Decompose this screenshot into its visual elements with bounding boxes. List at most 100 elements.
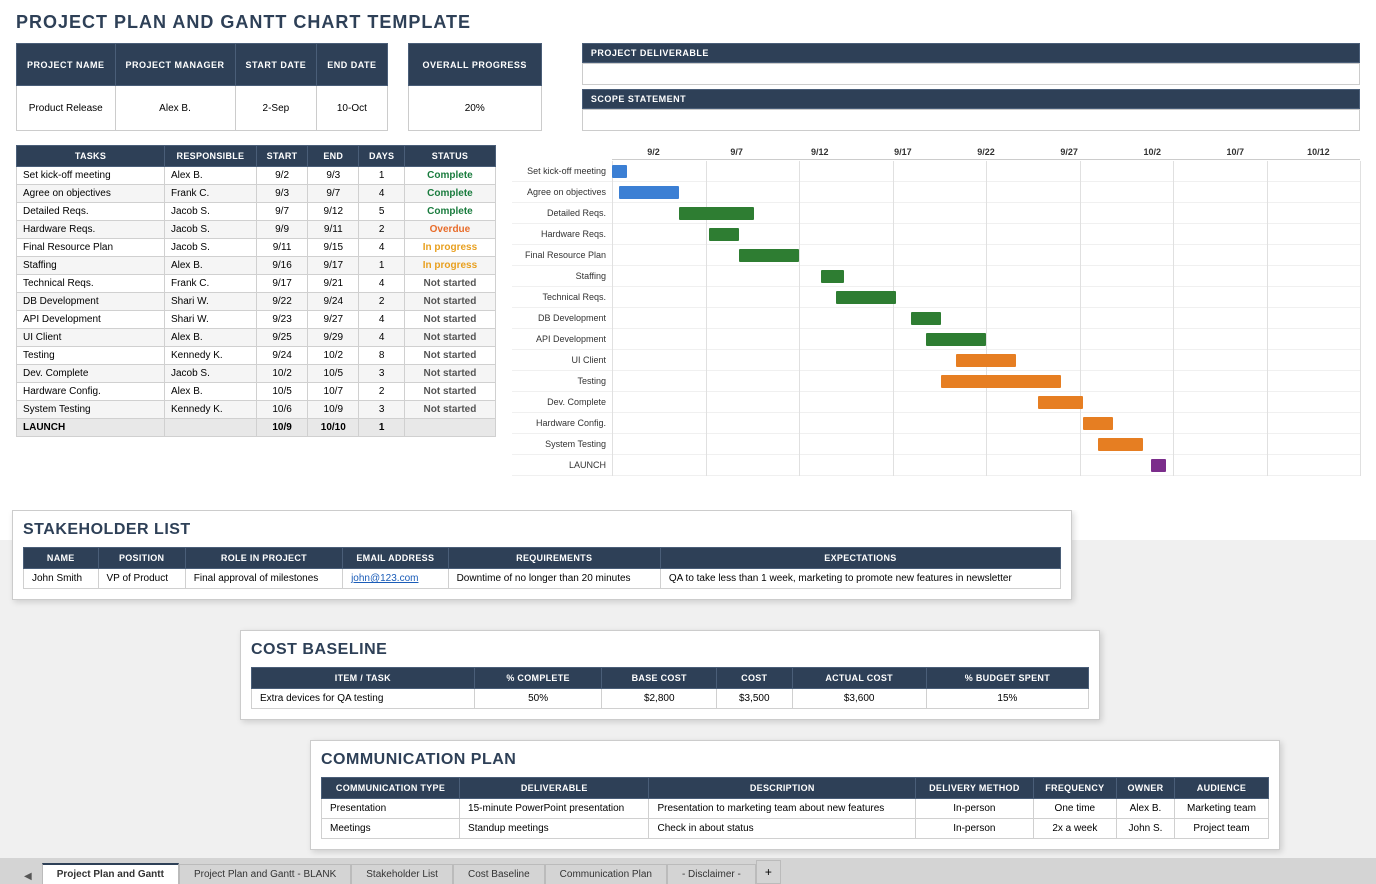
tasks-table: TASKS RESPONSIBLE START END DAYS STATUS …: [16, 145, 496, 437]
comm-deliverable: 15-minute PowerPoint presentation: [460, 799, 649, 819]
task-row: Technical Reqs. Frank C. 9/17 9/21 4 Not…: [17, 275, 496, 293]
task-days: 4: [359, 239, 405, 257]
task-days: 5: [359, 203, 405, 221]
task-end: 9/29: [308, 329, 359, 347]
gantt-gridline: [893, 434, 894, 455]
gantt-gridline: [706, 413, 707, 434]
task-days: 1: [359, 257, 405, 275]
task-days: 1: [359, 419, 405, 437]
tab-project-plan-and-gantt[interactable]: Project Plan and Gantt: [42, 863, 179, 884]
task-name: Detailed Reqs.: [17, 203, 165, 221]
stakeholder-title: STAKEHOLDER LIST: [23, 521, 1061, 539]
comm-description: Presentation to marketing team about new…: [649, 799, 916, 819]
gantt-gridline: [612, 371, 613, 392]
task-row: Set kick-off meeting Alex B. 9/2 9/3 1 C…: [17, 167, 496, 185]
gantt-bar: [1038, 396, 1083, 409]
overall-progress-header: OVERALL PROGRESS: [408, 44, 541, 86]
tab-prev-arrow[interactable]: ◀: [20, 869, 36, 884]
gantt-timeline: [612, 308, 1360, 329]
tasks-header-task: TASKS: [17, 146, 165, 167]
gantt-gridline: [706, 161, 707, 182]
task-days: 4: [359, 275, 405, 293]
project-deliverable-header: PROJECT DELIVERABLE: [582, 43, 1360, 63]
gantt-bar: [1151, 459, 1166, 472]
task-responsible: Jacob S.: [164, 203, 256, 221]
gantt-gridline: [799, 287, 800, 308]
gantt-row: API Development: [512, 329, 1360, 350]
gantt-gridline: [1080, 455, 1081, 476]
task-row: Testing Kennedy K. 9/24 10/2 8 Not start…: [17, 347, 496, 365]
gantt-row: Dev. Complete: [512, 392, 1360, 413]
task-end: 9/17: [308, 257, 359, 275]
gantt-gridline: [1173, 392, 1174, 413]
task-end: 10/9: [308, 401, 359, 419]
comm-header: AUDIENCE: [1174, 778, 1268, 799]
task-name: Technical Reqs.: [17, 275, 165, 293]
task-responsible: Kennedy K.: [164, 347, 256, 365]
gantt-gridline: [893, 182, 894, 203]
task-row: Agree on objectives Frank C. 9/3 9/7 4 C…: [17, 185, 496, 203]
task-start: 9/11: [256, 239, 307, 257]
task-start: 10/6: [256, 401, 307, 419]
tab-stakeholder-list[interactable]: Stakeholder List: [351, 864, 453, 884]
gantt-timeline: [612, 371, 1360, 392]
cost-header: % COMPLETE: [474, 668, 602, 689]
stakeholder-header: NAME: [24, 548, 99, 569]
task-responsible: Jacob S.: [164, 365, 256, 383]
task-days: 2: [359, 383, 405, 401]
gantt-bar: [836, 291, 896, 304]
gantt-bar: [941, 375, 1061, 388]
task-status: [404, 419, 495, 437]
tab-communication-plan[interactable]: Communication Plan: [545, 864, 667, 884]
gantt-row: Agree on objectives: [512, 182, 1360, 203]
gantt-bar: [709, 228, 739, 241]
gantt-row-label: Dev. Complete: [512, 397, 612, 407]
gantt-gridline: [1173, 203, 1174, 224]
comm-audience: Marketing team: [1174, 799, 1268, 819]
task-status: Not started: [404, 311, 495, 329]
cost-header: ACTUAL COST: [792, 668, 926, 689]
gantt-gridline: [1360, 371, 1361, 392]
gantt-row-label: Staffing: [512, 271, 612, 281]
page-title: PROJECT PLAN AND GANTT CHART TEMPLATE: [16, 12, 1360, 33]
gantt-gridline: [1360, 434, 1361, 455]
gantt-row: Technical Reqs.: [512, 287, 1360, 308]
gantt-gridline: [893, 413, 894, 434]
gantt-gridline: [799, 161, 800, 182]
gantt-row: Detailed Reqs.: [512, 203, 1360, 224]
gantt-gridline: [612, 329, 613, 350]
tab---disclaimer--[interactable]: - Disclaimer -: [667, 864, 756, 884]
comm-owner: John S.: [1117, 819, 1175, 839]
gantt-gridline: [799, 266, 800, 287]
tab-cost-baseline[interactable]: Cost Baseline: [453, 864, 545, 884]
tab-project-plan-and-gantt---blank[interactable]: Project Plan and Gantt - BLANK: [179, 864, 351, 884]
gantt-gridline: [893, 308, 894, 329]
gantt-row-label: API Development: [512, 334, 612, 344]
task-row: LAUNCH 10/9 10/10 1: [17, 419, 496, 437]
comm-header: DESCRIPTION: [649, 778, 916, 799]
gantt-gridline: [1173, 455, 1174, 476]
gantt-gridline: [1360, 224, 1361, 245]
gantt-gridline: [799, 392, 800, 413]
task-responsible: Jacob S.: [164, 239, 256, 257]
gantt-gridline: [893, 266, 894, 287]
deliverable-section: PROJECT DELIVERABLE SCOPE STATEMENT: [582, 43, 1360, 131]
gantt-gridline: [799, 224, 800, 245]
stakeholder-header: REQUIREMENTS: [448, 548, 660, 569]
task-name: DB Development: [17, 293, 165, 311]
gantt-bar: [821, 270, 843, 283]
gantt-gridline: [893, 224, 894, 245]
main-container: PROJECT PLAN AND GANTT CHART TEMPLATE PR…: [0, 0, 1376, 884]
gantt-gridline: [1080, 413, 1081, 434]
cost-header: % BUDGET SPENT: [926, 668, 1088, 689]
task-name: API Development: [17, 311, 165, 329]
task-end: 9/24: [308, 293, 359, 311]
gantt-timeline: [612, 287, 1360, 308]
gantt-gridline: [1360, 266, 1361, 287]
gantt-gridline: [706, 371, 707, 392]
gantt-gridline: [986, 308, 987, 329]
task-days: 2: [359, 293, 405, 311]
tab-add-button[interactable]: +: [756, 860, 781, 884]
gantt-gridline: [1173, 434, 1174, 455]
task-row: UI Client Alex B. 9/25 9/29 4 Not starte…: [17, 329, 496, 347]
